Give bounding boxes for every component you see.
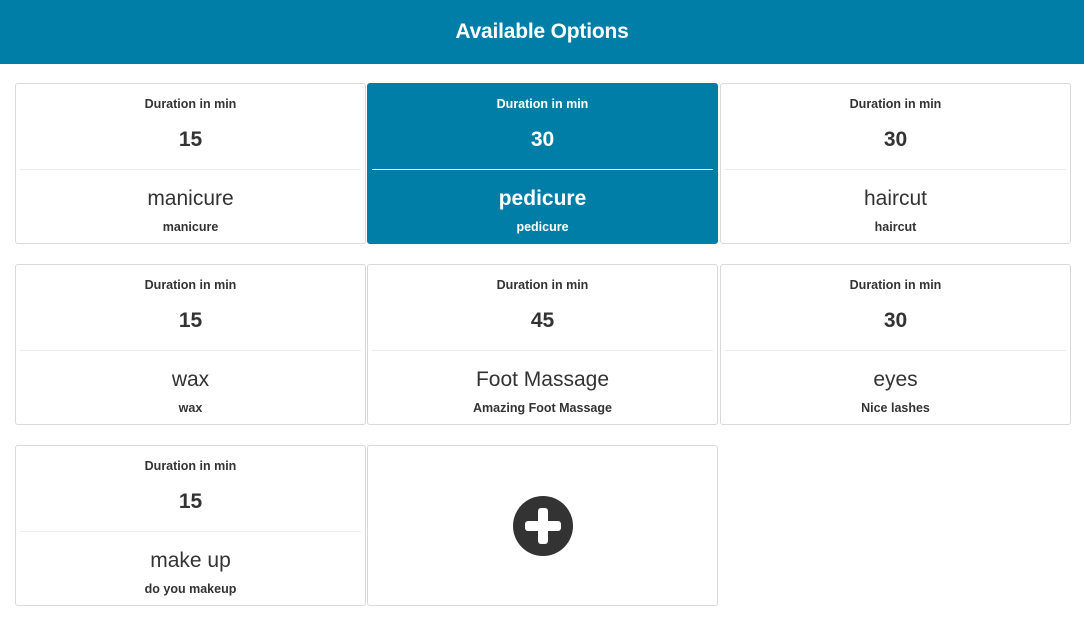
option-card-wax[interactable]: Duration in min 15 wax wax: [15, 264, 366, 425]
duration-value: 15: [178, 128, 203, 151]
duration-value: 30: [883, 128, 908, 151]
duration-label: Duration in min: [144, 459, 237, 473]
service-description: Nice lashes: [861, 401, 930, 415]
option-card-eyes[interactable]: Duration in min 30 eyes Nice lashes: [720, 264, 1071, 425]
service-name: eyes: [873, 368, 918, 391]
service-description: do you makeup: [144, 582, 237, 596]
duration-value: 15: [178, 309, 203, 332]
option-card-manicure[interactable]: Duration in min 15 manicure manicure: [15, 83, 366, 244]
service-name: pedicure: [498, 187, 587, 210]
card-divider: [372, 169, 713, 170]
duration-label: Duration in min: [144, 97, 237, 111]
option-card-make-up[interactable]: Duration in min 15 make up do you makeup: [15, 445, 366, 606]
duration-label: Duration in min: [496, 97, 589, 111]
service-name: make up: [150, 549, 231, 572]
service-name: Foot Massage: [475, 368, 610, 391]
card-divider: [725, 350, 1066, 351]
duration-value: 30: [883, 309, 908, 332]
duration-value: 45: [530, 309, 555, 332]
service-description: Amazing Foot Massage: [473, 401, 612, 415]
card-divider: [20, 350, 361, 351]
duration-value: 30: [530, 128, 555, 151]
service-description: pedicure: [516, 220, 569, 234]
service-description: manicure: [162, 220, 219, 234]
option-card-pedicure[interactable]: Duration in min 30 pedicure pedicure: [367, 83, 718, 244]
duration-value: 15: [178, 490, 203, 513]
duration-label: Duration in min: [496, 278, 589, 292]
add-option-button[interactable]: [367, 445, 718, 606]
page-title: Available Options: [455, 20, 629, 43]
option-card-foot-massage[interactable]: Duration in min 45 Foot Massage Amazing …: [367, 264, 718, 425]
service-description: wax: [178, 401, 203, 415]
plus-circle-icon[interactable]: [512, 495, 574, 557]
duration-label: Duration in min: [144, 278, 237, 292]
card-divider: [372, 350, 713, 351]
duration-label: Duration in min: [849, 97, 942, 111]
header-bar: Available Options: [0, 0, 1084, 64]
card-divider: [725, 169, 1066, 170]
option-card-haircut[interactable]: Duration in min 30 haircut haircut: [720, 83, 1071, 244]
service-name: manicure: [147, 187, 234, 210]
service-description: haircut: [874, 220, 917, 234]
card-divider: [20, 169, 361, 170]
duration-label: Duration in min: [849, 278, 942, 292]
card-divider: [20, 531, 361, 532]
service-name: haircut: [863, 187, 928, 210]
service-name: wax: [171, 368, 210, 391]
